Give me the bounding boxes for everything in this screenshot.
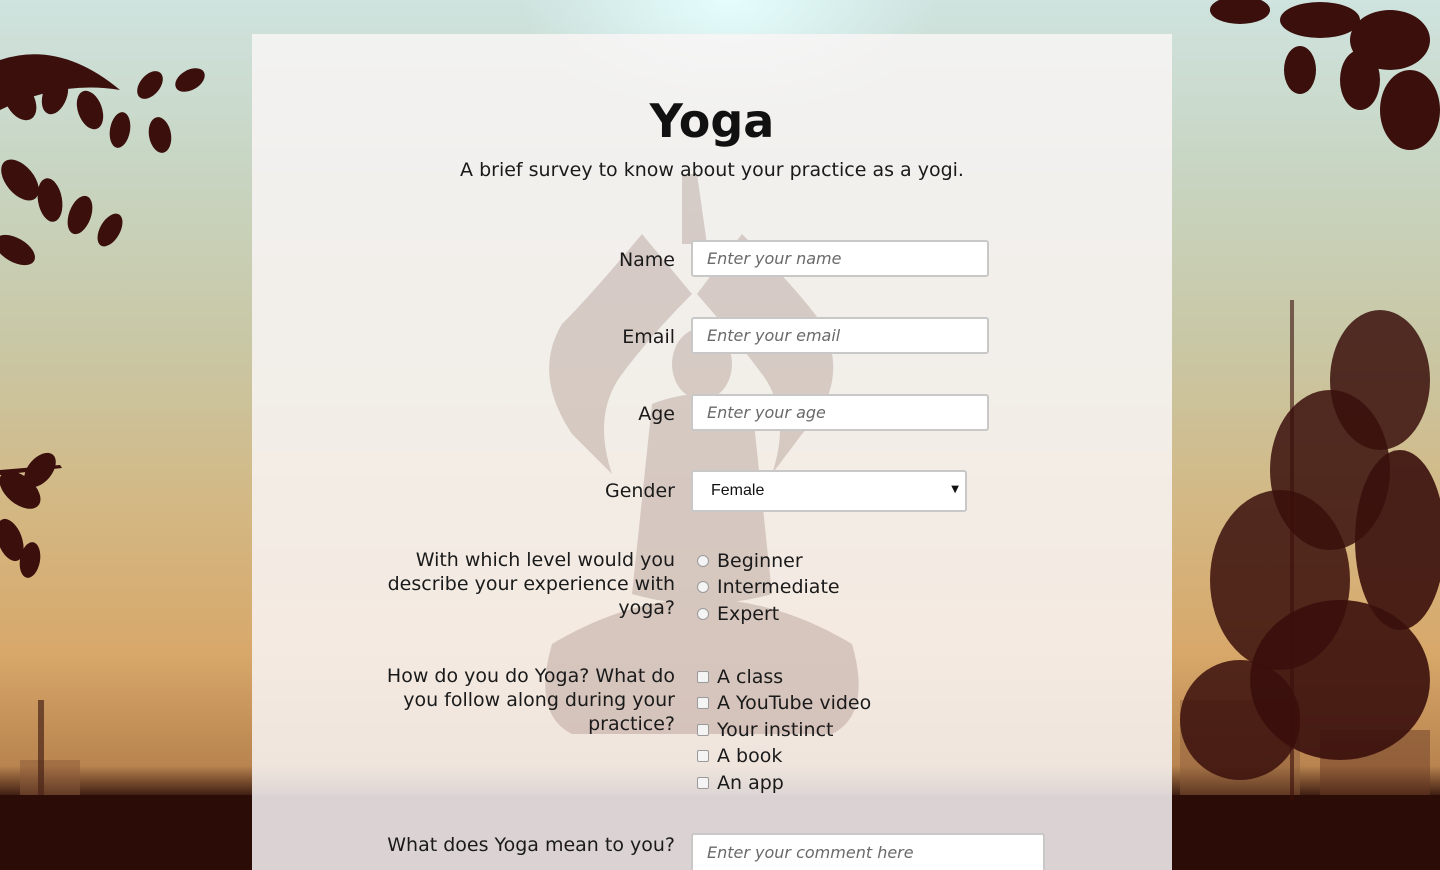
method-option-instinct[interactable]: Your instinct <box>697 717 834 743</box>
right-tree-foliage <box>1180 0 1440 800</box>
method-option-youtube[interactable]: A YouTube video <box>697 690 871 716</box>
method-label: How do you do Yoga? What do you follow a… <box>386 665 675 735</box>
radio-icon[interactable] <box>697 608 709 620</box>
radio-icon[interactable] <box>697 555 709 567</box>
level-option-expert[interactable]: Expert <box>697 601 779 627</box>
left-tree-foliage <box>0 54 205 578</box>
level-option-label: Expert <box>717 603 780 625</box>
level-option-beginner[interactable]: Beginner <box>697 548 803 574</box>
email-label: Email <box>622 326 675 348</box>
checkbox-icon[interactable] <box>697 697 709 709</box>
level-option-label: Beginner <box>717 550 803 572</box>
meaning-label: What does Yoga mean to you? <box>387 834 675 856</box>
method-option-label: A class <box>717 666 784 688</box>
age-label: Age <box>638 403 675 425</box>
survey-subtitle: A brief survey to know about your practi… <box>460 159 964 181</box>
level-option-intermediate[interactable]: Intermediate <box>697 574 840 600</box>
survey-card: Yoga A brief survey to know about your p… <box>252 34 1172 870</box>
method-option-book[interactable]: A book <box>697 743 782 769</box>
method-option-label: Your instinct <box>717 719 834 741</box>
age-input[interactable] <box>691 394 989 431</box>
meaning-textarea[interactable] <box>691 833 1045 870</box>
method-option-class[interactable]: A class <box>697 664 783 690</box>
email-input[interactable] <box>691 317 989 354</box>
checkbox-icon[interactable] <box>697 724 709 736</box>
gender-label: Gender <box>604 480 675 502</box>
method-option-app[interactable]: An app <box>697 770 784 796</box>
gender-selected-value: Female <box>711 482 765 499</box>
name-label: Name <box>618 249 675 271</box>
checkbox-icon[interactable] <box>697 671 709 683</box>
survey-title: Yoga <box>649 94 775 148</box>
radio-icon[interactable] <box>697 581 709 593</box>
gender-select[interactable]: Female ▼ <box>691 470 967 512</box>
checkbox-icon[interactable] <box>697 750 709 762</box>
checkbox-icon[interactable] <box>697 777 709 789</box>
method-option-label: An app <box>717 772 784 794</box>
method-option-label: A book <box>717 745 783 767</box>
name-input[interactable] <box>691 240 989 277</box>
method-option-label: A YouTube video <box>717 692 872 714</box>
level-label: With which level would you describe your… <box>387 549 675 619</box>
level-option-label: Intermediate <box>717 576 840 598</box>
dropdown-arrow-icon: ▼ <box>951 484 959 495</box>
